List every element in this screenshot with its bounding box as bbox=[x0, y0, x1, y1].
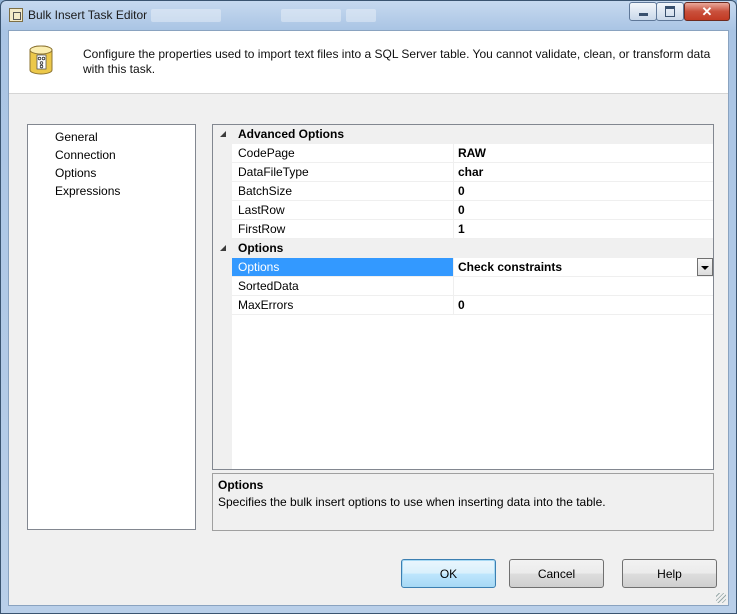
property-row-codepage[interactable]: CodePage RAW bbox=[232, 144, 713, 163]
description-text: Specifies the bulk insert options to use… bbox=[218, 495, 606, 509]
nav-item-general[interactable]: General bbox=[53, 128, 100, 146]
property-row-datafiletype[interactable]: DataFileType char bbox=[232, 163, 713, 182]
maximize-icon bbox=[665, 6, 675, 17]
property-value[interactable]: char bbox=[455, 163, 713, 181]
window-title: Bulk Insert Task Editor bbox=[28, 8, 148, 22]
property-value[interactable]: 0 bbox=[455, 182, 713, 200]
property-name: FirstRow bbox=[232, 220, 454, 238]
database-icon bbox=[29, 45, 53, 75]
property-row-options[interactable]: Options Check constraints bbox=[232, 258, 713, 277]
collapse-triangle-icon[interactable] bbox=[220, 245, 226, 251]
category-advanced-options[interactable]: Advanced Options bbox=[213, 125, 713, 144]
property-grid-gutter bbox=[213, 125, 232, 469]
nav-item-expressions[interactable]: Expressions bbox=[53, 182, 122, 200]
property-name: CodePage bbox=[232, 144, 454, 162]
background-ghost bbox=[151, 9, 221, 22]
category-options[interactable]: Options bbox=[213, 239, 713, 258]
property-row-sorteddata[interactable]: SortedData bbox=[232, 277, 713, 296]
property-grid: Advanced Options CodePage RAW DataFileTy… bbox=[212, 124, 714, 470]
background-ghost bbox=[281, 9, 341, 22]
property-name: SortedData bbox=[232, 277, 454, 295]
cancel-button[interactable]: Cancel bbox=[509, 559, 604, 588]
nav-item-connection[interactable]: Connection bbox=[53, 146, 118, 164]
property-row-firstrow[interactable]: FirstRow 1 bbox=[232, 220, 713, 239]
title-bar[interactable]: Bulk Insert Task Editor ✕ bbox=[1, 1, 736, 30]
maximize-button[interactable] bbox=[656, 2, 684, 21]
property-value[interactable] bbox=[455, 277, 713, 295]
minimize-button[interactable] bbox=[629, 2, 657, 21]
property-name: LastRow bbox=[232, 201, 454, 219]
page-navigation-list: General Connection Options Expressions bbox=[27, 124, 196, 530]
dropdown-arrow-button[interactable] bbox=[697, 258, 713, 276]
app-icon bbox=[9, 8, 23, 22]
property-row-maxerrors[interactable]: MaxErrors 0 bbox=[232, 296, 713, 315]
close-button[interactable]: ✕ bbox=[684, 2, 730, 21]
minimize-icon bbox=[638, 13, 648, 16]
bulk-insert-task-editor-window: Bulk Insert Task Editor ✕ Configure the … bbox=[0, 0, 737, 614]
dialog-client-area: Configure the properties used to import … bbox=[8, 30, 729, 606]
property-value[interactable]: 0 bbox=[455, 296, 713, 314]
property-value[interactable]: 1 bbox=[455, 220, 713, 238]
resize-grip[interactable] bbox=[716, 593, 726, 603]
property-name: MaxErrors bbox=[232, 296, 454, 314]
ok-button[interactable]: OK bbox=[401, 559, 496, 588]
property-name: Options bbox=[232, 258, 454, 276]
close-icon: ✕ bbox=[701, 3, 713, 19]
property-row-batchsize[interactable]: BatchSize 0 bbox=[232, 182, 713, 201]
collapse-triangle-icon[interactable] bbox=[220, 131, 226, 137]
header-panel: Configure the properties used to import … bbox=[9, 31, 728, 94]
nav-item-options[interactable]: Options bbox=[53, 164, 98, 182]
property-value: Check constraints bbox=[458, 260, 563, 274]
category-label: Advanced Options bbox=[238, 127, 345, 141]
property-value-dropdown[interactable]: Check constraints bbox=[455, 258, 713, 276]
description-title: Options bbox=[218, 478, 264, 492]
property-description-panel: Options Specifies the bulk insert option… bbox=[212, 473, 714, 531]
property-value[interactable]: 0 bbox=[455, 201, 713, 219]
background-ghost bbox=[346, 9, 376, 22]
property-value[interactable]: RAW bbox=[455, 144, 713, 162]
category-label: Options bbox=[238, 241, 284, 255]
property-name: BatchSize bbox=[232, 182, 454, 200]
help-button[interactable]: Help bbox=[622, 559, 717, 588]
property-name: DataFileType bbox=[232, 163, 454, 181]
header-description: Configure the properties used to import … bbox=[83, 47, 711, 76]
property-row-lastrow[interactable]: LastRow 0 bbox=[232, 201, 713, 220]
